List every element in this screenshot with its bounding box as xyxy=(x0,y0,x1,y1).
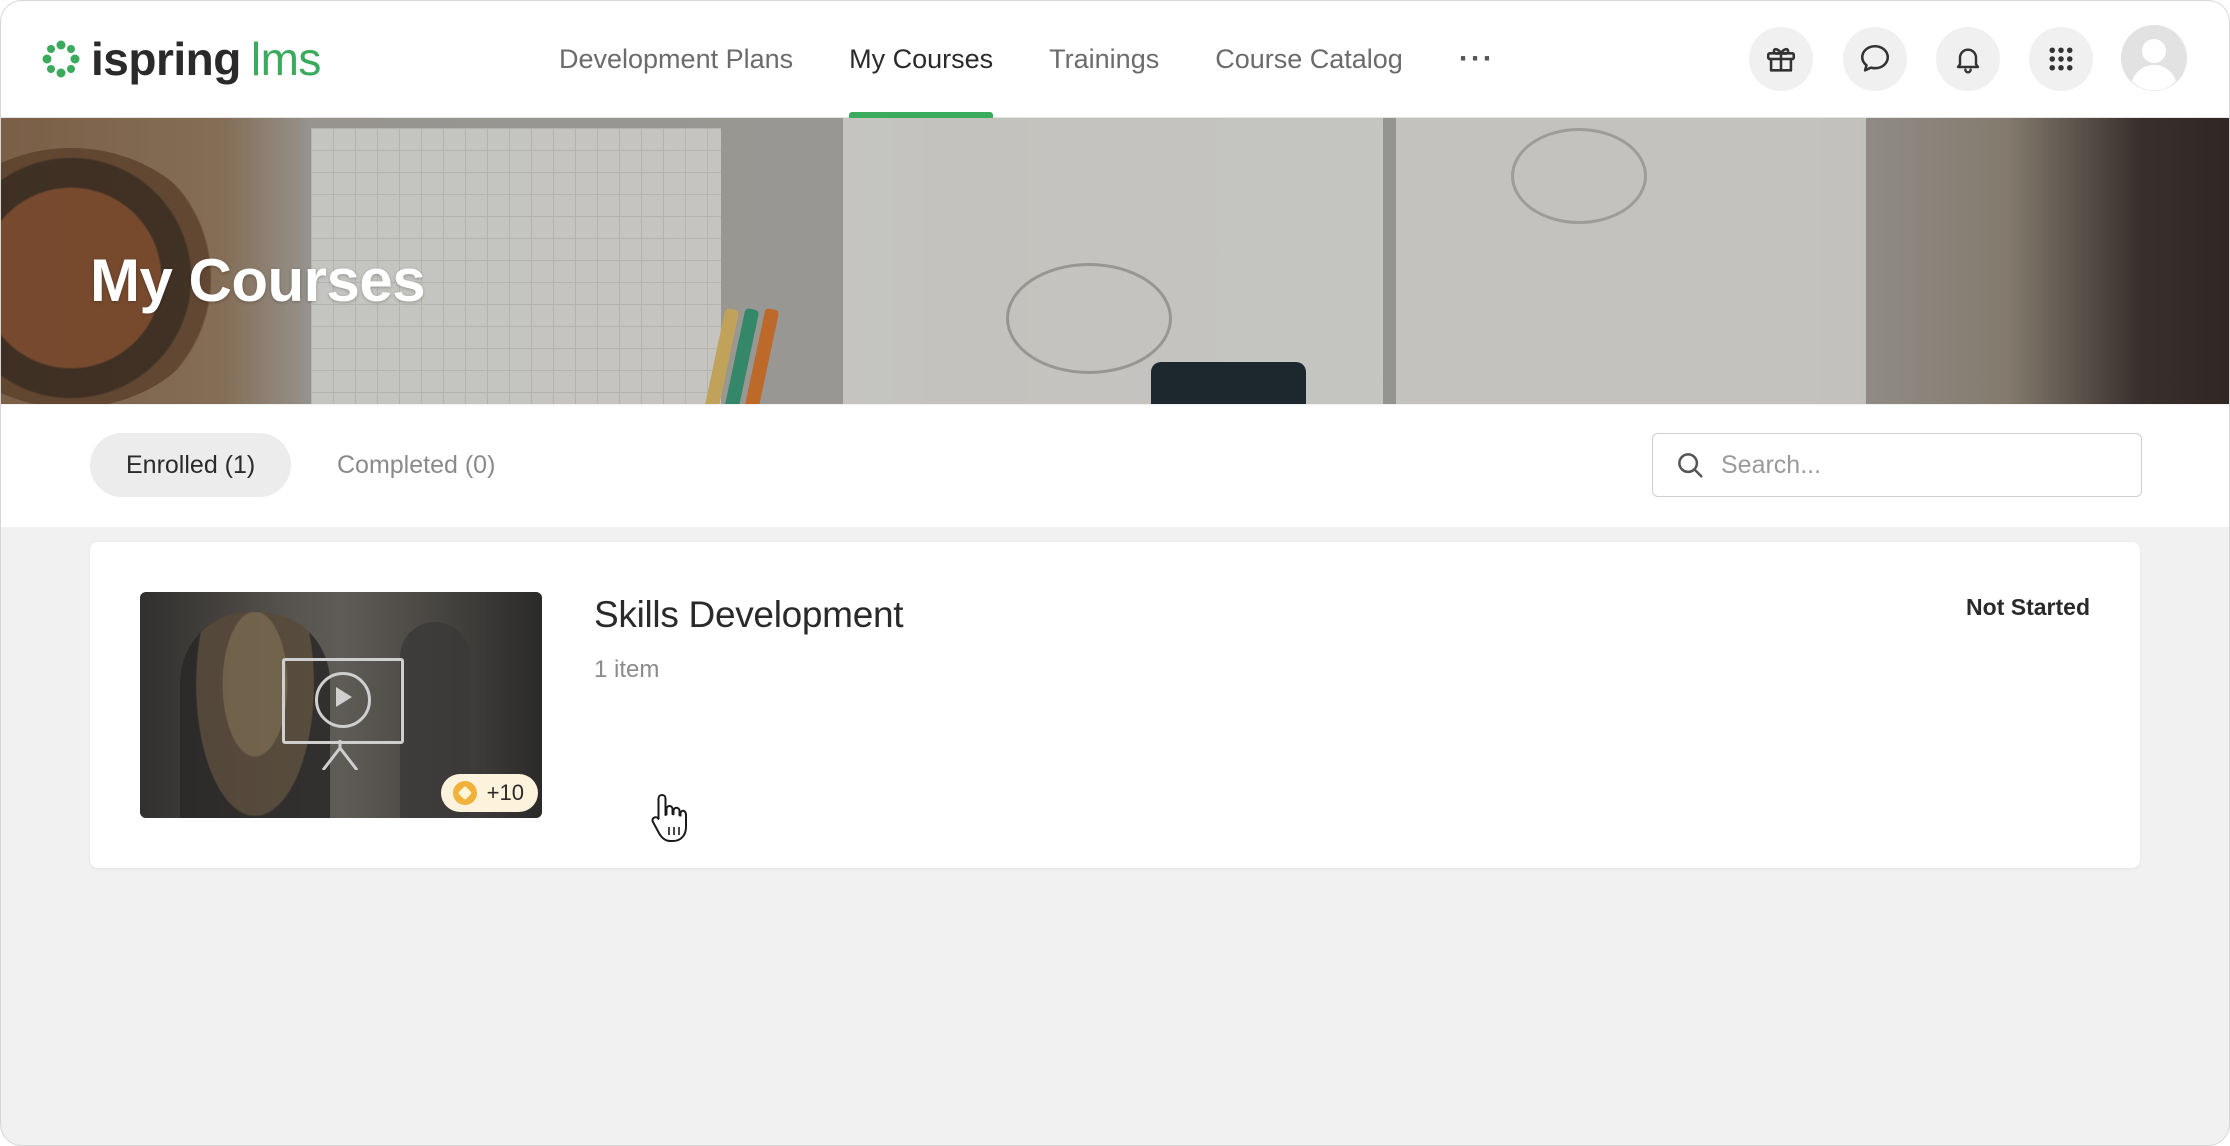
brand-suffix: lms xyxy=(250,33,322,85)
avatar[interactable] xyxy=(2121,25,2187,91)
chat-icon xyxy=(1860,44,1890,72)
bell-icon xyxy=(1956,48,1980,74)
ispring-logo-icon xyxy=(42,40,80,78)
logo-text: ispring lms xyxy=(91,32,321,86)
logo[interactable]: ispring lms xyxy=(41,29,321,89)
hero-decoration xyxy=(1006,263,1172,374)
tab-completed[interactable]: Completed (0) xyxy=(301,433,531,497)
main-nav: Development Plans My Courses Trainings C… xyxy=(531,1,1523,118)
nav-my-courses[interactable]: My Courses xyxy=(821,1,1021,118)
hero-decoration xyxy=(1511,128,1647,224)
search-box[interactable] xyxy=(1652,433,2142,497)
messages-button[interactable] xyxy=(1843,27,1907,91)
presentation-stand-icon xyxy=(321,740,359,770)
app-window: ispring lms Development Plans My Courses … xyxy=(0,0,2230,1146)
hero-banner: My Courses xyxy=(1,118,2229,404)
hero-decoration xyxy=(1151,362,1306,404)
course-filter-bar: Enrolled (1) Completed (0) xyxy=(1,405,2229,527)
nav-course-catalog[interactable]: Course Catalog xyxy=(1187,1,1431,117)
user-avatar-icon xyxy=(2121,25,2187,91)
points-value: +10 xyxy=(486,780,524,805)
course-item-count: 1 item xyxy=(594,656,660,683)
apps-button[interactable] xyxy=(2029,27,2093,91)
gifts-button[interactable] xyxy=(1749,27,1813,91)
tab-enrolled[interactable]: Enrolled (1) xyxy=(90,433,292,497)
top-navigation: ispring lms Development Plans My Courses … xyxy=(1,1,2229,118)
nav-more-button[interactable]: ··· xyxy=(1431,1,1523,117)
page-title: My Courses xyxy=(90,247,426,314)
search-input[interactable] xyxy=(1719,449,2123,481)
course-title[interactable]: Skills Development xyxy=(594,594,904,636)
course-card[interactable]: +10 Skills Development 1 item Not Starte… xyxy=(90,542,2140,868)
coin-icon xyxy=(452,781,477,805)
notifications-button[interactable] xyxy=(1936,27,2000,91)
search-icon xyxy=(1678,453,1703,478)
brand-name: ispring xyxy=(91,33,241,85)
course-thumbnail[interactable]: +10 xyxy=(140,592,542,818)
points-badge: +10 xyxy=(440,774,538,812)
hand-pointer-cursor-icon xyxy=(651,794,687,842)
gift-icon xyxy=(1766,47,1796,72)
apps-grid-icon xyxy=(2049,47,2073,71)
play-icon xyxy=(315,672,371,728)
nav-development-plans[interactable]: Development Plans xyxy=(531,1,821,117)
nav-trainings[interactable]: Trainings xyxy=(1021,1,1187,117)
course-status: Not Started xyxy=(1966,594,2090,620)
